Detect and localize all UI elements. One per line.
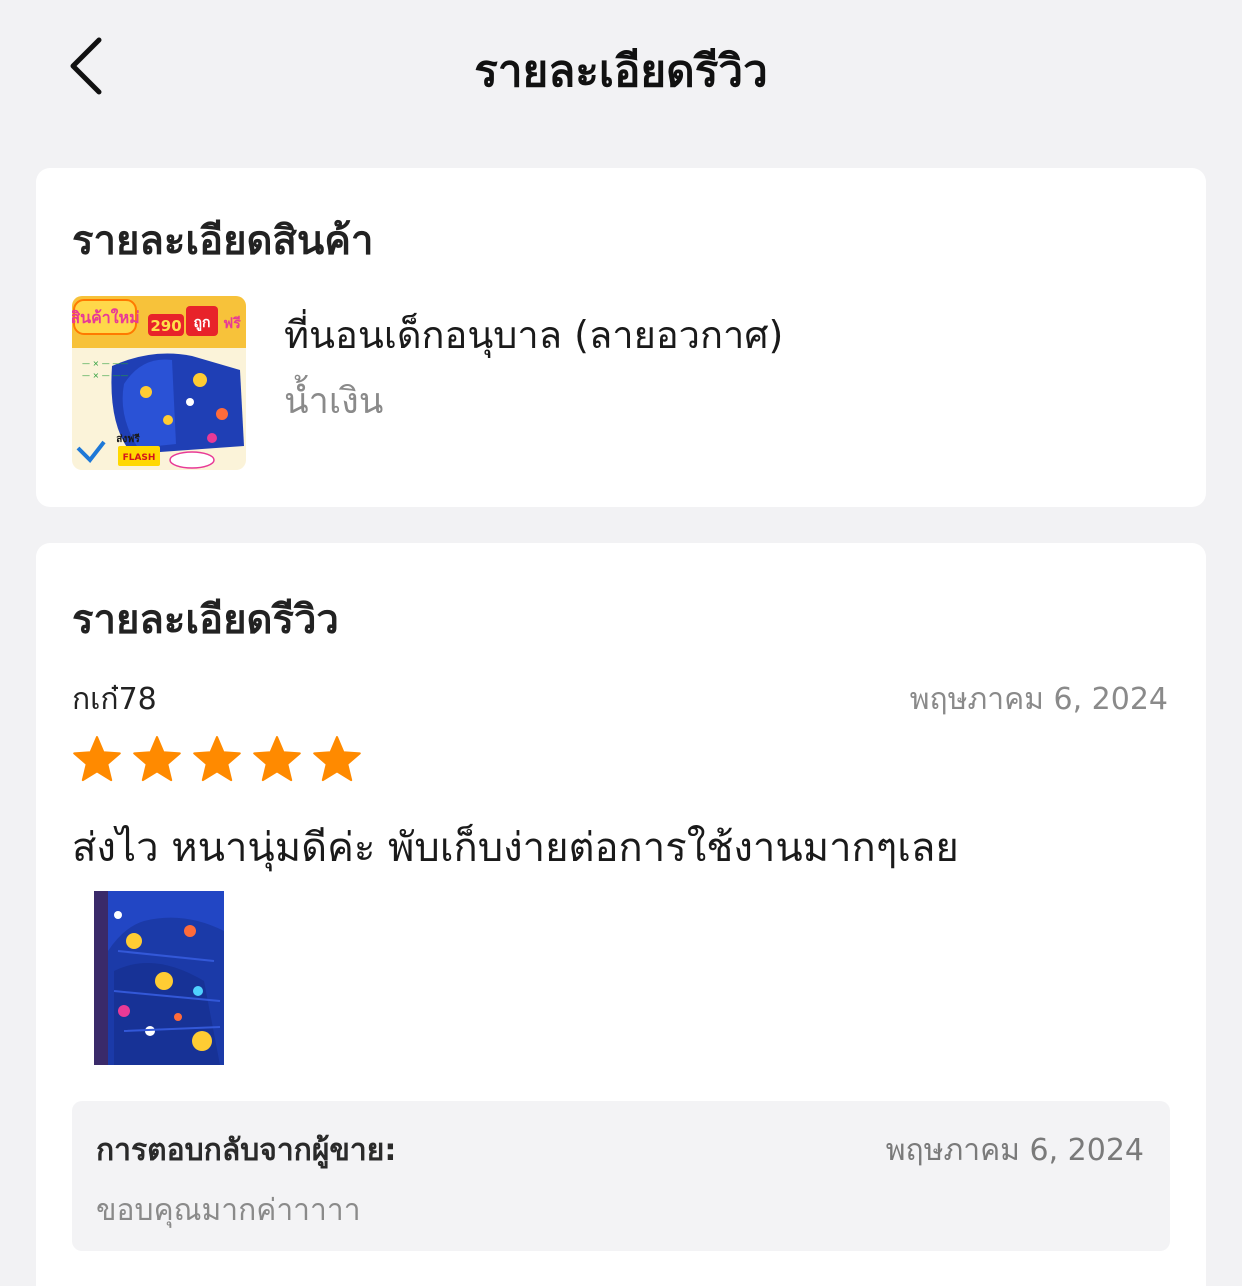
product-image: สินค้าใหม่ 290 ถูก ฟรี — × — —— — × — ——…	[72, 296, 246, 470]
thumb-price: 290	[150, 317, 181, 335]
star-icon	[133, 736, 181, 782]
seller-reply-date: พฤษภาคม 6, 2024	[885, 1133, 1144, 1168]
star-icon	[253, 736, 301, 782]
seller-reply-box: การตอบกลับจากผู้ขาย: พฤษภาคม 6, 2024 ขอบ…	[72, 1101, 1170, 1251]
review-text: ส่งไว หนานุ่มดีค่ะ พับเก็บง่ายต่อการใช้ง…	[72, 825, 959, 871]
seller-reply-label: การตอบกลับจากผู้ขาย:	[96, 1133, 397, 1168]
review-date: พฤษภาคม 6, 2024	[909, 682, 1168, 717]
top-bar: รายละเอียดรีวิว	[0, 0, 1242, 136]
review-section-title: รายละเอียดรีวิว	[72, 597, 339, 643]
thumb-badge-new: สินค้าใหม่	[72, 308, 140, 327]
svg-text:— × — ——: — × — ——	[82, 359, 128, 368]
reviewer-name: กเก๋78	[72, 682, 157, 717]
review-details-card: รายละเอียดรีวิว กเก๋78 พฤษภาคม 6, 2024 ส…	[36, 543, 1206, 1286]
product-variant: น้ำเงิน	[284, 381, 384, 422]
review-photo-image	[94, 891, 224, 1065]
svg-text:— × — ——: — × — ——	[82, 371, 128, 380]
product-section-title: รายละเอียดสินค้า	[72, 218, 374, 264]
thumb-shipping: ส่งฟรี	[116, 433, 140, 445]
seller-reply-text: ขอบคุณมากค่าาาาา	[96, 1193, 361, 1228]
product-thumbnail[interactable]: สินค้าใหม่ 290 ถูก ฟรี — × — —— — × — ——…	[72, 296, 246, 470]
product-details-card: รายละเอียดสินค้า สินค้าใหม่ 290 ถูก ฟรี …	[36, 168, 1206, 507]
thumb-badge-free: ฟรี	[223, 316, 241, 332]
review-photo[interactable]	[94, 891, 224, 1065]
star-icon	[193, 736, 241, 782]
page-title: รายละเอียดรีวิว	[474, 46, 768, 97]
thumb-courier: FLASH	[123, 453, 156, 463]
star-icon	[73, 736, 121, 782]
product-name[interactable]: ที่นอนเด็กอนุบาล (ลายอวกาศ)	[284, 304, 783, 365]
star-rating	[72, 735, 362, 783]
star-icon	[313, 736, 361, 782]
thumb-badge-cheap: ถูก	[194, 315, 211, 331]
